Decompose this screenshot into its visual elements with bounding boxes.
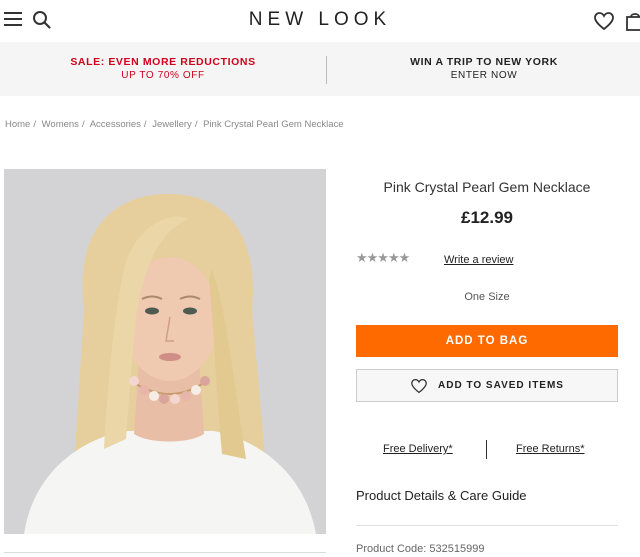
- site-header: NEW LOOK: [0, 0, 640, 40]
- competition-promo-title: WIN A TRIP TO NEW YORK: [410, 56, 558, 68]
- breadcrumb: Home / Womens / Accessories / Jewellery / Pi…: [5, 119, 344, 130]
- product-code: Product Code: 532515999: [356, 543, 485, 555]
- free-delivery-link[interactable]: Free Delivery*: [383, 443, 453, 455]
- promo-banner: SALE: EVEN MORE REDUCTIONS UP TO 70% OFF…: [0, 42, 640, 96]
- promo-divider: [326, 56, 327, 84]
- breadcrumb-jewellery[interactable]: Jewellery: [152, 119, 192, 130]
- product-title: Pink Crystal Pearl Gem Necklace: [383, 179, 591, 195]
- model-photo: [4, 169, 326, 534]
- sale-promo-title: SALE: EVEN MORE REDUCTIONS: [70, 56, 256, 68]
- write-review-link[interactable]: Write a review: [444, 254, 513, 266]
- rating-stars: ★★★★★: [356, 250, 410, 265]
- add-to-saved-label: ADD TO SAVED ITEMS: [438, 380, 564, 391]
- sale-promo-link[interactable]: SALE: EVEN MORE REDUCTIONS UP TO 70% OFF: [0, 42, 326, 96]
- competition-promo-subtitle: ENTER NOW: [450, 70, 518, 81]
- heart-outline-icon: [411, 378, 427, 393]
- shopping-bag-icon[interactable]: [624, 10, 640, 32]
- product-size: One Size: [464, 291, 510, 303]
- breadcrumb-current: Pink Crystal Pearl Gem Necklace: [203, 119, 344, 130]
- add-to-bag-button[interactable]: ADD TO BAG: [356, 325, 618, 357]
- breadcrumb-home[interactable]: Home: [5, 119, 30, 130]
- heart-icon[interactable]: [593, 10, 615, 32]
- shipping-divider: [486, 440, 487, 459]
- add-to-saved-button[interactable]: ADD TO SAVED ITEMS: [356, 369, 618, 402]
- product-image[interactable]: [4, 169, 326, 534]
- product-price: £12.99: [461, 208, 513, 227]
- breadcrumb-accessories[interactable]: Accessories: [90, 119, 141, 130]
- product-details-toggle[interactable]: Product Details & Care Guide: [356, 488, 527, 503]
- image-divider: [4, 552, 326, 553]
- site-logo[interactable]: NEW LOOK: [0, 9, 640, 31]
- competition-promo-link[interactable]: WIN A TRIP TO NEW YORK ENTER NOW: [328, 42, 640, 96]
- free-returns-link[interactable]: Free Returns*: [516, 443, 584, 455]
- breadcrumb-womens[interactable]: Womens: [42, 119, 79, 130]
- sale-promo-subtitle: UP TO 70% OFF: [121, 70, 205, 81]
- details-divider: [356, 525, 618, 526]
